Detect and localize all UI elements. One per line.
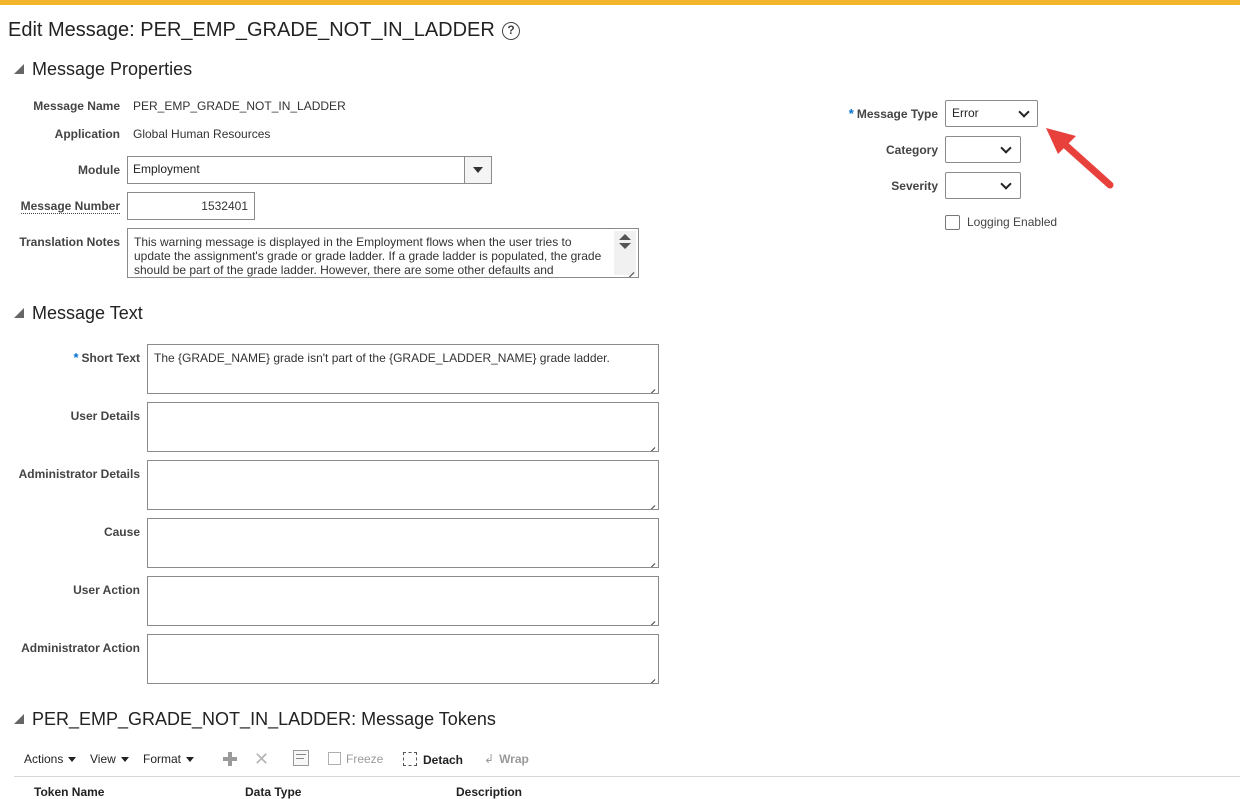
required-marker: * — [73, 350, 79, 365]
severity-select[interactable] — [945, 172, 1021, 199]
cause-textarea[interactable] — [147, 518, 659, 568]
filter-icon-line — [296, 758, 304, 759]
add-row-button[interactable] — [222, 751, 238, 767]
view-menu[interactable]: View — [90, 752, 129, 766]
module-dropdown-button[interactable] — [464, 157, 491, 183]
resize-handle-icon[interactable] — [643, 668, 655, 680]
wrap-button[interactable]: ↲ Wrap — [484, 752, 529, 766]
detach-button[interactable]: Detach — [403, 752, 463, 767]
resize-handle-icon[interactable] — [643, 378, 655, 390]
user-details-textarea[interactable] — [147, 402, 659, 452]
annotation-arrow-icon — [1046, 128, 1114, 189]
short-text-label: * Short Text — [73, 350, 140, 365]
resize-handle-icon[interactable] — [622, 261, 634, 273]
textarea-scrollbar[interactable] — [614, 231, 636, 275]
administrator-details-textarea[interactable] — [147, 460, 659, 510]
filter-icon — [296, 754, 306, 755]
resize-handle-icon[interactable] — [643, 552, 655, 564]
administrator-action-textarea[interactable] — [147, 634, 659, 684]
wrap-icon: ↲ — [484, 752, 495, 766]
translation-notes-value: This warning message is displayed in the… — [134, 235, 602, 277]
chevron-down-icon — [186, 757, 195, 763]
section-title-message-text: Message Text — [32, 303, 143, 323]
required-marker: * — [848, 106, 854, 121]
help-icon[interactable]: ? — [502, 22, 520, 40]
delete-row-button[interactable]: ✕ — [254, 749, 270, 769]
resize-handle-icon[interactable] — [643, 436, 655, 448]
table-divider — [14, 776, 1240, 777]
scroll-up-icon[interactable] — [619, 234, 631, 240]
top-accent-bar — [0, 0, 1240, 5]
chevron-down-icon — [120, 757, 129, 763]
chevron-down-icon — [1000, 142, 1012, 154]
module-combobox[interactable]: Employment — [127, 156, 492, 184]
page-title: Edit Message: PER_EMP_GRADE_NOT_IN_LADDE… — [8, 19, 495, 41]
short-text-value: The {GRADE_NAME} grade isn't part of the… — [154, 351, 610, 365]
dropdown-arrow-icon — [473, 167, 483, 173]
column-header-token-name[interactable]: Token Name — [34, 785, 104, 799]
format-menu[interactable]: Format — [143, 752, 195, 766]
severity-label: Severity — [891, 179, 938, 193]
column-header-description[interactable]: Description — [456, 785, 522, 799]
freeze-button[interactable]: Freeze — [328, 752, 383, 766]
category-label: Category — [885, 143, 938, 157]
message-type-value: Error — [952, 106, 979, 120]
message-type-label: * Message Type — [848, 106, 938, 121]
administrator-action-label: Administrator Action — [21, 641, 140, 655]
user-action-textarea[interactable] — [147, 576, 659, 626]
category-select[interactable] — [945, 136, 1021, 163]
message-number-label: Message Number — [20, 199, 120, 214]
message-name-value: PER_EMP_GRADE_NOT_IN_LADDER — [133, 99, 346, 113]
logging-enabled-label: Logging Enabled — [967, 215, 1058, 229]
resize-handle-icon[interactable] — [643, 610, 655, 622]
detach-icon — [403, 752, 417, 766]
collapse-triangle-icon[interactable] — [14, 64, 24, 74]
application-label: Application — [54, 127, 120, 141]
user-action-label: User Action — [73, 583, 140, 597]
query-by-example-button[interactable] — [293, 750, 309, 766]
resize-handle-icon[interactable] — [643, 494, 655, 506]
close-icon: ✕ — [254, 749, 270, 769]
cause-label: Cause — [103, 525, 140, 539]
chevron-down-icon — [68, 757, 77, 763]
scroll-down-icon[interactable] — [619, 243, 631, 249]
application-value: Global Human Resources — [133, 127, 271, 141]
translation-notes-textarea[interactable]: This warning message is displayed in the… — [127, 228, 639, 278]
section-title-message-tokens: PER_EMP_GRADE_NOT_IN_LADDER: Message Tok… — [32, 709, 496, 729]
message-type-select[interactable]: Error — [945, 100, 1038, 127]
section-title-properties: Message Properties — [32, 59, 193, 79]
collapse-triangle-icon[interactable] — [14, 714, 24, 724]
module-label: Module — [78, 163, 120, 177]
freeze-icon — [328, 752, 341, 765]
message-number-input[interactable]: 1532401 — [127, 192, 255, 220]
actions-menu[interactable]: Actions — [24, 752, 77, 766]
module-value: Employment — [133, 162, 200, 176]
short-text-textarea[interactable]: The {GRADE_NAME} grade isn't part of the… — [147, 344, 659, 394]
chevron-down-icon — [1018, 106, 1030, 118]
translation-notes-label: Translation Notes — [19, 235, 120, 249]
logging-enabled-checkbox[interactable] — [945, 215, 960, 230]
column-header-data-type[interactable]: Data Type — [245, 785, 301, 799]
administrator-details-label: Administrator Details — [18, 467, 140, 481]
collapse-triangle-icon[interactable] — [14, 308, 24, 318]
message-name-label: Message Name — [33, 99, 120, 113]
user-details-label: User Details — [70, 409, 140, 423]
chevron-down-icon — [1000, 178, 1012, 190]
plus-icon-bar — [223, 757, 237, 761]
